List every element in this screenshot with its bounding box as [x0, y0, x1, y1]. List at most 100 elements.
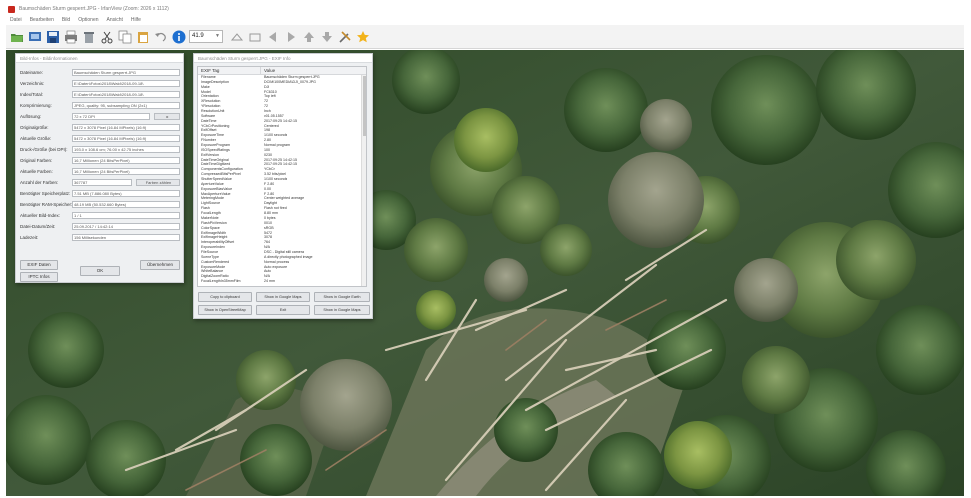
zoom-select[interactable]: 41.9 ▼ [189, 30, 223, 43]
slideshow-icon[interactable] [27, 29, 42, 44]
exit-button[interactable]: Exit [256, 305, 310, 315]
exif-row[interactable]: FocalLengthIn35mmFilm 24 mm [198, 279, 366, 284]
show-google-earth-button[interactable]: Show in Google Earth [314, 292, 370, 302]
exif-value-column-header[interactable]: Value [261, 67, 275, 74]
app-logo-icon [8, 5, 15, 13]
save-icon[interactable] [45, 29, 60, 44]
exif-value-cell: 24 mm [264, 279, 275, 284]
ok-button[interactable]: OK [80, 266, 120, 276]
next-icon[interactable] [283, 29, 298, 44]
exif-dialog-title: Baumschäden Sturm gesperrt.JPG - EXIF In… [194, 54, 372, 63]
resolution-change-button[interactable]: ▸ [154, 112, 180, 120]
image-properties-dialog: Bild-Infos - Bildinformationen Dateiname… [15, 53, 184, 283]
show-openstreetmap-button[interactable]: Show in OpenStreetMap [198, 305, 252, 315]
menu-edit[interactable]: Bearbeiten [30, 17, 54, 23]
field-label: Dateiname: [20, 69, 44, 75]
field-row-current-colors: Aktuelle Farben: 16,7 Millionen (24 Bits… [20, 167, 180, 175]
field-row-disk-size: Benötigter Speicherplatz: 7.51 MB (7.886… [20, 189, 180, 197]
cut-icon[interactable] [99, 29, 114, 44]
original-size-field[interactable]: 5472 x 3078 Pixel (16.84 MPixels) (16:9) [72, 123, 180, 131]
exif-tag-column-header[interactable]: EXIF Tag [198, 67, 261, 74]
field-row-image-index: Aktueller Bild-Index: 1 / 1 [20, 211, 180, 219]
info-icon[interactable] [171, 29, 186, 44]
current-colors-field[interactable]: 16,7 Millionen (24 BitsPerPixel) [72, 167, 180, 175]
field-row-file-date: Datei-Datum/Zeit: 25.09.2017 / 14:42:14 [20, 222, 180, 230]
count-colors-button[interactable]: Farben zählen [136, 178, 180, 186]
menu-image[interactable]: Bild [62, 17, 70, 23]
field-label: Index/Total: [20, 91, 44, 97]
field-row-compression: Komprimierung: JPEG, quality: 95, subsam… [20, 101, 180, 109]
scrollbar-thumb[interactable] [363, 76, 366, 136]
filename-field[interactable]: Baumschäden Sturm gesperrt.JPG [72, 68, 180, 76]
show-google-maps-button[interactable]: Show in Google Maps [256, 292, 310, 302]
file-date-field[interactable]: 25.09.2017 / 14:42:14 [72, 222, 180, 230]
menu-file[interactable]: Datei [10, 17, 22, 23]
resolution-field[interactable]: 72 x 72 DPI [72, 112, 150, 120]
exif-table[interactable]: EXIF Tag Value Filename Baumschäden Sturm… [197, 66, 367, 287]
print-size-field[interactable]: 193.0 x 108.6 cm; 76.00 x 42.75 inches [72, 145, 180, 153]
ram-size-field[interactable]: 48.19 MB (50.532.660 Bytes) [72, 200, 180, 208]
exif-table-header: EXIF Tag Value [198, 67, 366, 75]
current-size-field[interactable]: 5472 x 3078 Pixel (16.84 MPixels) (16:9) [72, 134, 180, 142]
favorite-icon[interactable] [355, 29, 370, 44]
field-label: Ladezeit: [20, 234, 39, 240]
menu-bar: Datei Bearbeiten Bild Optionen Ansicht H… [6, 15, 964, 24]
print-icon[interactable] [63, 29, 78, 44]
directory-field[interactable]: E:\Daten\Fotos\2018\Wald\2018-09-18\ [72, 79, 180, 87]
exif-info-dialog: Baumschäden Sturm gesperrt.JPG - EXIF In… [193, 53, 373, 319]
disk-size-field[interactable]: 7.51 MB (7.886.080 Bytes) [72, 189, 180, 197]
delete-icon[interactable] [81, 29, 96, 44]
field-row-filename: Dateiname: Baumschäden Sturm gesperrt.JP… [20, 68, 180, 76]
zoom-value: 41.9 [192, 33, 204, 39]
exif-scrollbar[interactable] [361, 75, 366, 286]
field-label: Druck-/Größe (bei DPI): [20, 146, 68, 152]
copy-icon[interactable] [117, 29, 132, 44]
image-index-field[interactable]: 1 / 1 [72, 211, 180, 219]
exif-row-list: Filename Baumschäden Sturm gesperrt.JPG Im… [198, 75, 366, 284]
menu-view[interactable]: Ansicht [107, 17, 123, 23]
properties-dialog-title: Bild-Infos - Bildinformationen [16, 54, 183, 63]
field-row-resolution: Auflösung: 72 x 72 DPI ▸ [20, 112, 180, 120]
zoom-out-icon[interactable] [247, 29, 262, 44]
prev-icon[interactable] [265, 29, 280, 44]
exif-data-button[interactable]: EXIF Daten [20, 260, 58, 270]
field-row-original-colors: Original Farben: 16,7 Millionen (24 Bits… [20, 156, 180, 164]
field-label: Aktuelle Größe: [20, 135, 52, 141]
apply-button[interactable]: Übernehmen [140, 260, 180, 270]
menu-help[interactable]: Hilfe [131, 17, 141, 23]
field-row-current-size: Aktuelle Größe: 5472 x 3078 Pixel (16.84… [20, 134, 180, 142]
menu-options[interactable]: Optionen [78, 17, 98, 23]
field-row-load-time: Ladezeit: 156 Millisekunden [20, 233, 180, 241]
index-field[interactable]: E:\Daten\Fotos\2018\Wald\2018-09-18\ [72, 90, 180, 98]
copy-clipboard-button[interactable]: Copy to clipboard [198, 292, 252, 302]
load-time-field[interactable]: 156 Millisekunden [72, 233, 180, 241]
show-google-maps-alt-button[interactable]: Show in Google Maps [314, 305, 370, 315]
field-row-original-size: Originalgröße: 5472 x 3078 Pixel (16.84 … [20, 123, 180, 131]
field-label: Datei-Datum/Zeit: [20, 223, 56, 229]
field-row-index: Index/Total: E:\Daten\Fotos\2018\Wald\20… [20, 90, 180, 98]
compression-field[interactable]: JPEG, quality: 95, subsampling ON (2x1) [72, 101, 180, 109]
color-count-field[interactable]: 367787 [72, 178, 132, 186]
open-folder-icon[interactable] [9, 29, 24, 44]
iptc-info-button[interactable]: IPTC Infos [20, 272, 58, 282]
zoom-in-icon[interactable] [229, 29, 244, 44]
paste-icon[interactable] [135, 29, 150, 44]
field-label: Benötigter RAM-Speicher: [20, 201, 72, 207]
field-label: Benötigter Speicherplatz: [20, 190, 71, 196]
window-title: Baumschäden Sturm gesperrt.JPG - IrfanVi… [19, 6, 169, 12]
field-label: Auflösung: [20, 113, 42, 119]
title-bar: Baumschäden Sturm gesperrt.JPG - IrfanVi… [6, 4, 964, 14]
original-colors-field[interactable]: 16,7 Millionen (24 BitsPerPixel) [72, 156, 180, 164]
undo-icon[interactable] [153, 29, 168, 44]
app-window: Baumschäden Sturm gesperrt.JPG - IrfanVi… [0, 0, 971, 498]
last-icon[interactable] [319, 29, 334, 44]
settings-icon[interactable] [337, 29, 352, 44]
chevron-down-icon: ▼ [215, 33, 220, 39]
field-row-color-count: Anzahl der Farben: 367787 Farben zählen [20, 178, 180, 186]
field-label: Verzeichnis: [20, 80, 45, 86]
exif-tag-cell: FocalLengthIn35mmFilm [201, 279, 241, 284]
first-icon[interactable] [301, 29, 316, 44]
toolbar: 41.9 ▼ [6, 25, 964, 49]
field-label: Komprimierung: [20, 102, 52, 108]
field-label: Aktueller Bild-Index: [20, 212, 61, 218]
